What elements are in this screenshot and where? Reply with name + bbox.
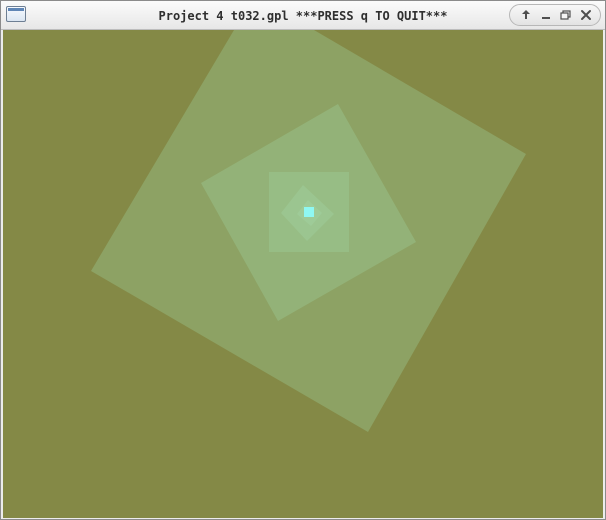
close-icon[interactable] — [576, 6, 596, 24]
square-core — [304, 207, 314, 217]
arrow-up-icon[interactable] — [516, 6, 536, 24]
graphics-canvas[interactable] — [3, 30, 603, 518]
restore-icon[interactable] — [556, 6, 576, 24]
minimize-icon[interactable] — [536, 6, 556, 24]
window-controls — [509, 4, 601, 26]
title-bar[interactable]: Project 4 t032.gpl ***PRESS q TO QUIT*** — [1, 1, 605, 30]
app-window: Project 4 t032.gpl ***PRESS q TO QUIT*** — [0, 0, 606, 520]
